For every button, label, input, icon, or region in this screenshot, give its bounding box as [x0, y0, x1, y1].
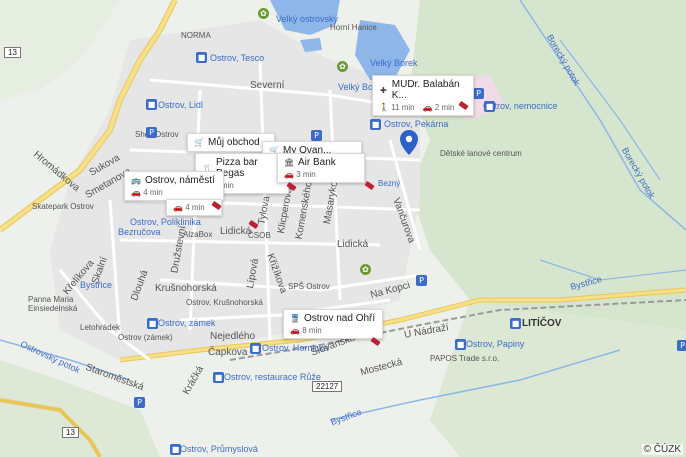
label-velky-ostrovsky: Velký ostrovský [276, 14, 339, 24]
tree-icon[interactable]: ✿ [360, 264, 371, 275]
label-ostrov-prumyslova: Ostrov, Průmyslová [180, 444, 258, 454]
label-severni: Severní [250, 80, 285, 91]
park-icon[interactable]: ✿ [337, 61, 348, 72]
drive-time: 🚗 8 min [290, 326, 322, 335]
label-csob: ČSOB [248, 231, 271, 240]
label-capkova: Čapkova [208, 347, 248, 358]
drive-time: 🚗 3 min [284, 170, 316, 179]
bank-icon: 🏛 [284, 158, 295, 167]
bus-stop-icon[interactable]: ■ [370, 119, 381, 130]
road-shield-22127: 22127 [312, 381, 343, 392]
bus-stop-icon[interactable]: ■ [196, 52, 207, 63]
poi-card-title: Ostrov nad Ohří [304, 313, 376, 324]
parking-icon[interactable]: P [473, 88, 484, 99]
map-view[interactable]: NORMA Velký ostrovský Horní Hanice Ostro… [0, 0, 686, 457]
label-detske-lanove: Dětské lanové centrum [440, 149, 522, 158]
label-ostrov-pekarna: Ostrov, Pekárna [384, 119, 449, 129]
label-skatepark: Skatepark Ostrov [32, 202, 94, 211]
bus-stop-icon[interactable]: ■ [147, 318, 158, 329]
label-ostrov-zamek-stop: Ostrov, zámek [158, 318, 216, 328]
label-nejedleho: Nejedlého [210, 331, 256, 342]
label-horni-hanice: Horní Hanice [330, 23, 377, 32]
label-ostrov-tesco: Ostrov, Tesco [210, 53, 265, 63]
label-bezrucova: Bezručova [118, 227, 161, 237]
label-panna-maria: Panna Maria Einsiedelnská [28, 295, 78, 313]
parking-icon[interactable]: P [311, 130, 322, 141]
label-ostrov-lidl: Ostrov, Lidl [158, 100, 203, 110]
label-ostrov-zamek: Ostrov (zámek) [118, 333, 173, 342]
drive-time: 🚗 2 min [422, 103, 455, 112]
poi-card-title: Ostrov, náměstí [145, 175, 215, 186]
label-ostrov-poliklinika: Ostrov, Poliklinika [130, 217, 201, 227]
poi-card-ostrov-nad-ohri[interactable]: 🚆 Ostrov nad Ohří 🚗 8 min [283, 309, 383, 339]
drive-time: 🚗 4 min [131, 188, 163, 197]
label-liticov: LITÍČOV [522, 318, 562, 329]
label-velky-borek: Velký Borek [370, 58, 418, 68]
label-bezny: Bezný [378, 179, 401, 188]
label-letohradek: Letohrádek [80, 323, 121, 332]
label-krusnohorska: Krušnohorská [155, 283, 217, 294]
plus-icon: ✚ [380, 85, 387, 95]
bus-stop-icon[interactable]: ■ [170, 444, 181, 455]
bus-icon: 🚌 [131, 176, 141, 185]
train-station-icon[interactable]: ■ [510, 318, 521, 329]
parking-icon[interactable]: P [134, 397, 145, 408]
bus-stop-icon[interactable]: ■ [484, 101, 495, 112]
parking-icon[interactable]: P [416, 275, 427, 286]
poi-card-mudr-balaban[interactable]: ✚ MUDr. Balabán K... 🚶 11 min 🚗 2 min [372, 75, 474, 116]
walk-time: 🚶 11 min [379, 103, 415, 112]
label-ostrov-restaurace: Ostrov, restaurace Růže [224, 372, 321, 382]
road-shield-13: 13 [62, 427, 79, 438]
label-lidicka-2: Lidická [337, 239, 369, 250]
label-norma: NORMA [181, 31, 211, 40]
park-icon[interactable]: ✿ [258, 8, 269, 19]
train-icon: 🚆 [290, 314, 300, 323]
label-ostrov-krusnohorska: Ostrov, Krušnohorská [186, 298, 263, 307]
poi-card-title: Air Bank [298, 157, 336, 168]
poi-card-title: MUDr. Balabán K... [391, 79, 460, 101]
parking-icon[interactable]: P [146, 127, 157, 138]
bus-stop-icon[interactable]: ■ [250, 343, 261, 354]
label-ostrov-papiny: Ostrov, Papiny [466, 339, 525, 349]
poi-card-title: Můj obchod [208, 137, 260, 148]
drive-time: 🚗 4 min [173, 203, 205, 212]
bus-stop-icon[interactable]: ■ [146, 99, 157, 110]
label-papos: PAPOS Trade s.r.o. [430, 354, 500, 363]
bus-stop-icon[interactable]: ■ [213, 372, 224, 383]
cart-icon: 🛒 [194, 138, 204, 147]
label-bystrice-1: Bystřice [80, 280, 113, 290]
map-copyright[interactable]: © ČÚZK [641, 444, 683, 455]
label-sps-ostrov: SPŠ Ostrov [288, 282, 330, 291]
poi-card-ostrov-namesti[interactable]: 🚌 Ostrov, náměstí 🚗 4 min [124, 171, 224, 201]
parking-icon[interactable]: P [677, 340, 686, 351]
poi-card-air-bank[interactable]: 🏛 Air Bank 🚗 3 min [277, 153, 365, 183]
bus-stop-icon[interactable]: ■ [455, 339, 466, 350]
label-lidicka-1: Lidická [220, 226, 252, 237]
road-shield-13-top: 13 [4, 47, 21, 58]
poi-card-title: Pizza bar Pegas [215, 157, 258, 179]
